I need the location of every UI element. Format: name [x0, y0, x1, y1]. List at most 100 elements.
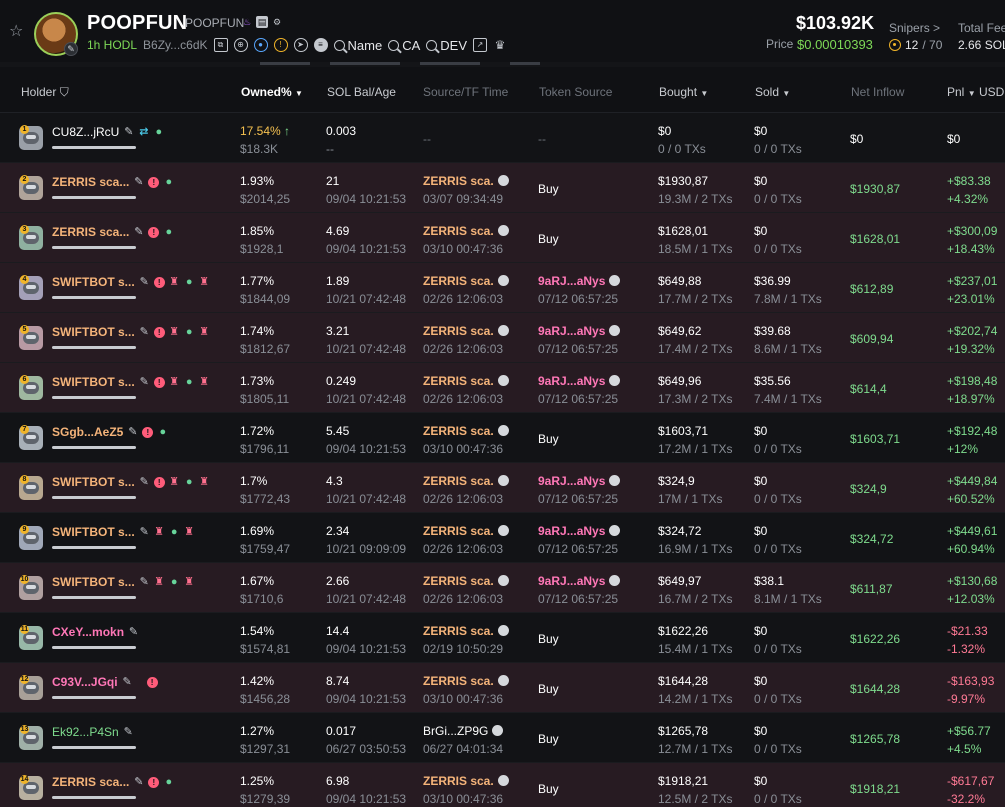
funding-source-label[interactable]: ZERRIS sca.: [423, 274, 494, 288]
token-source-label[interactable]: 9aRJ...aNys: [538, 524, 605, 538]
table-row[interactable]: 2 ZERRIS sca... ✎! ● 1.93% $2014,25 21 09/04 10…: [0, 163, 1005, 213]
holder-address[interactable]: SGgb...AeZ5: [52, 425, 123, 439]
token-source-label[interactable]: 9aRJ...aNys: [538, 474, 605, 488]
edit-pencil-icon[interactable]: ✎: [139, 276, 150, 288]
holder-address[interactable]: CU8Z...jRcU: [52, 125, 119, 139]
search-name-link[interactable]: Name: [333, 38, 382, 53]
funding-source-label[interactable]: ZERRIS sca.: [423, 374, 494, 388]
copy-icon[interactable]: ⧉: [213, 38, 228, 52]
holder-address[interactable]: SWIFTBOT s...: [52, 575, 135, 589]
search-ca-link[interactable]: CA: [388, 38, 420, 53]
table-row[interactable]: 6 SWIFTBOT s... ✎! ♜ ● ♜ 1.73% $1805,11 0.249 10/…: [0, 363, 1005, 413]
token-source-label[interactable]: 9aRJ...aNys: [538, 574, 605, 588]
holder-address[interactable]: SWIFTBOT s...: [52, 275, 135, 289]
funding-source-label[interactable]: ZERRIS sca.: [423, 324, 494, 338]
holder-address[interactable]: SWIFTBOT s...: [52, 375, 135, 389]
source-list-icon[interactable]: [492, 725, 504, 736]
table-row[interactable]: 5 SWIFTBOT s... ✎! ♜ ● ♜ 1.74% $1812,67 3.21 10/2…: [0, 313, 1005, 363]
user-icon[interactable]: ●: [253, 38, 268, 52]
holder-name[interactable]: ZERRIS sca... ✎! ●: [52, 775, 174, 789]
col-bought[interactable]: Bought ▼: [659, 85, 708, 99]
holder-address[interactable]: ZERRIS sca...: [52, 175, 129, 189]
funding-source-label[interactable]: ZERRIS sca.: [423, 524, 494, 538]
edit-pencil-icon[interactable]: ✎: [123, 126, 134, 138]
holder-name[interactable]: CXeY...mokn ✎: [52, 625, 139, 639]
list-icon[interactable]: ≡: [313, 38, 328, 52]
source-list-icon[interactable]: [609, 475, 621, 486]
source-list-icon[interactable]: [609, 375, 621, 386]
source-list-icon[interactable]: [497, 225, 509, 236]
token-source-label[interactable]: 9aRJ...aNys: [538, 324, 605, 338]
funding-source-label[interactable]: ZERRIS sca.: [423, 424, 494, 438]
table-row[interactable]: 7 SGgb...AeZ5 ✎! ● 1.72% $1796,11 5.45 09/04 10…: [0, 413, 1005, 463]
col-holder[interactable]: Holder ⛉: [21, 85, 69, 100]
funding-source-label[interactable]: ZERRIS sca.: [423, 674, 494, 688]
snipers-link[interactable]: Snipers >: [889, 21, 940, 35]
holder-name[interactable]: SWIFTBOT s... ✎! ♜ ● ♜: [52, 375, 210, 389]
source-list-icon[interactable]: [497, 525, 509, 536]
source-list-icon[interactable]: [497, 575, 509, 586]
edit-pencil-icon[interactable]: ✎: [133, 226, 144, 238]
source-list-icon[interactable]: [497, 675, 509, 686]
source-list-icon[interactable]: [609, 575, 621, 586]
holder-address[interactable]: SWIFTBOT s...: [52, 525, 135, 539]
holder-name[interactable]: ZERRIS sca... ✎! ●: [52, 175, 174, 189]
col-source[interactable]: Source/TF Time: [423, 85, 508, 99]
holder-name[interactable]: CU8Z...jRcU ✎ ⇄ ●: [52, 125, 164, 139]
holder-address[interactable]: ZERRIS sca...: [52, 775, 129, 789]
source-list-icon[interactable]: [497, 275, 509, 286]
holder-name[interactable]: C93V...JGqi ✎!: [52, 675, 158, 689]
edit-pencil-icon[interactable]: ✎: [133, 176, 144, 188]
filter-icon[interactable]: ⛉: [60, 85, 69, 99]
edit-pencil-icon[interactable]: ✎: [133, 776, 144, 788]
source-list-icon[interactable]: [497, 325, 509, 336]
edit-pencil-icon[interactable]: ✎: [139, 526, 150, 538]
holder-address[interactable]: SWIFTBOT s...: [52, 475, 135, 489]
col-token-source[interactable]: Token Source: [539, 85, 612, 99]
table-row[interactable]: 4 SWIFTBOT s... ✎! ♜ ● ♜ 1.77% $1844,09 1.89 10/2…: [0, 263, 1005, 313]
holder-name[interactable]: SWIFTBOT s... ✎ ♜ ● ♜: [52, 525, 195, 539]
source-list-icon[interactable]: [497, 375, 509, 386]
edit-pencil-icon[interactable]: ✎: [139, 376, 150, 388]
col-sol-bal[interactable]: SOL Bal/Age: [327, 85, 396, 99]
table-row[interactable]: 8 SWIFTBOT s... ✎! ♜ ● ♜ 1.7% $1772,43 4.3 10/21 …: [0, 463, 1005, 513]
holder-name[interactable]: SWIFTBOT s... ✎! ♜ ● ♜: [52, 275, 210, 289]
col-owned[interactable]: Owned% ▼: [241, 85, 303, 99]
holder-address[interactable]: C93V...JGqi: [52, 675, 118, 689]
col-usd-toggle[interactable]: USD: [979, 85, 1004, 99]
table-row[interactable]: 9 SWIFTBOT s... ✎ ♜ ● ♜ 1.69% $1759,47 2.34 10/21…: [0, 513, 1005, 563]
edit-pencil-icon[interactable]: ✎: [128, 626, 139, 638]
table-row[interactable]: 1 CU8Z...jRcU ✎ ⇄ ● 17.54% ↑ $18.3K 0.003 -- -- --…: [0, 113, 1005, 163]
table-row[interactable]: 12 C93V...JGqi ✎! 1.42% $1456,28 8.74 09/04 10…: [0, 663, 1005, 713]
funding-source-label[interactable]: ZERRIS sca.: [423, 774, 494, 788]
website-icon[interactable]: ⊕: [233, 38, 248, 52]
logo-edit-icon[interactable]: ✎: [64, 42, 78, 56]
funding-source-label[interactable]: BrGi...ZP9G: [423, 724, 488, 738]
holder-name[interactable]: Ek92...P4Sn ✎: [52, 725, 134, 739]
table-row[interactable]: 14 ZERRIS sca... ✎! ● 1.25% $1279,39 6.98 09/04…: [0, 763, 1005, 807]
telegram-icon[interactable]: ➤: [293, 38, 308, 52]
holder-address[interactable]: ZERRIS sca...: [52, 225, 129, 239]
holder-address[interactable]: CXeY...mokn: [52, 625, 124, 639]
source-list-icon[interactable]: [497, 175, 509, 186]
table-row[interactable]: 11 CXeY...mokn ✎ 1.54% $1574,81 14.4 09/04 10:…: [0, 613, 1005, 663]
source-list-icon[interactable]: [497, 425, 509, 436]
favorite-star-icon[interactable]: ☆: [9, 24, 25, 40]
edit-pencil-icon[interactable]: ✎: [139, 476, 150, 488]
edit-pencil-icon[interactable]: ✎: [139, 576, 150, 588]
funding-source-label[interactable]: ZERRIS sca.: [423, 624, 494, 638]
table-row[interactable]: 10 SWIFTBOT s... ✎ ♜ ● ♜ 1.67% $1710,6 2.66 10/21…: [0, 563, 1005, 613]
table-row[interactable]: 3 ZERRIS sca... ✎! ● 1.85% $1928,1 4.69 09/04 1…: [0, 213, 1005, 263]
source-list-icon[interactable]: [497, 475, 509, 486]
source-list-icon[interactable]: [609, 275, 621, 286]
funding-source-label[interactable]: ZERRIS sca.: [423, 224, 494, 238]
edit-pencil-icon[interactable]: ✎: [122, 676, 133, 688]
funding-source-label[interactable]: ZERRIS sca.: [423, 174, 494, 188]
warning-icon[interactable]: !: [273, 38, 288, 52]
holder-name[interactable]: SWIFTBOT s... ✎! ♜ ● ♜: [52, 325, 210, 339]
search-dev-link[interactable]: DEV: [426, 38, 467, 53]
holder-name[interactable]: SWIFTBOT s... ✎ ♜ ● ♜: [52, 575, 195, 589]
holder-name[interactable]: SGgb...AeZ5 ✎! ●: [52, 425, 168, 439]
edit-pencil-icon[interactable]: ✎: [139, 326, 150, 338]
token-source-label[interactable]: 9aRJ...aNys: [538, 274, 605, 288]
